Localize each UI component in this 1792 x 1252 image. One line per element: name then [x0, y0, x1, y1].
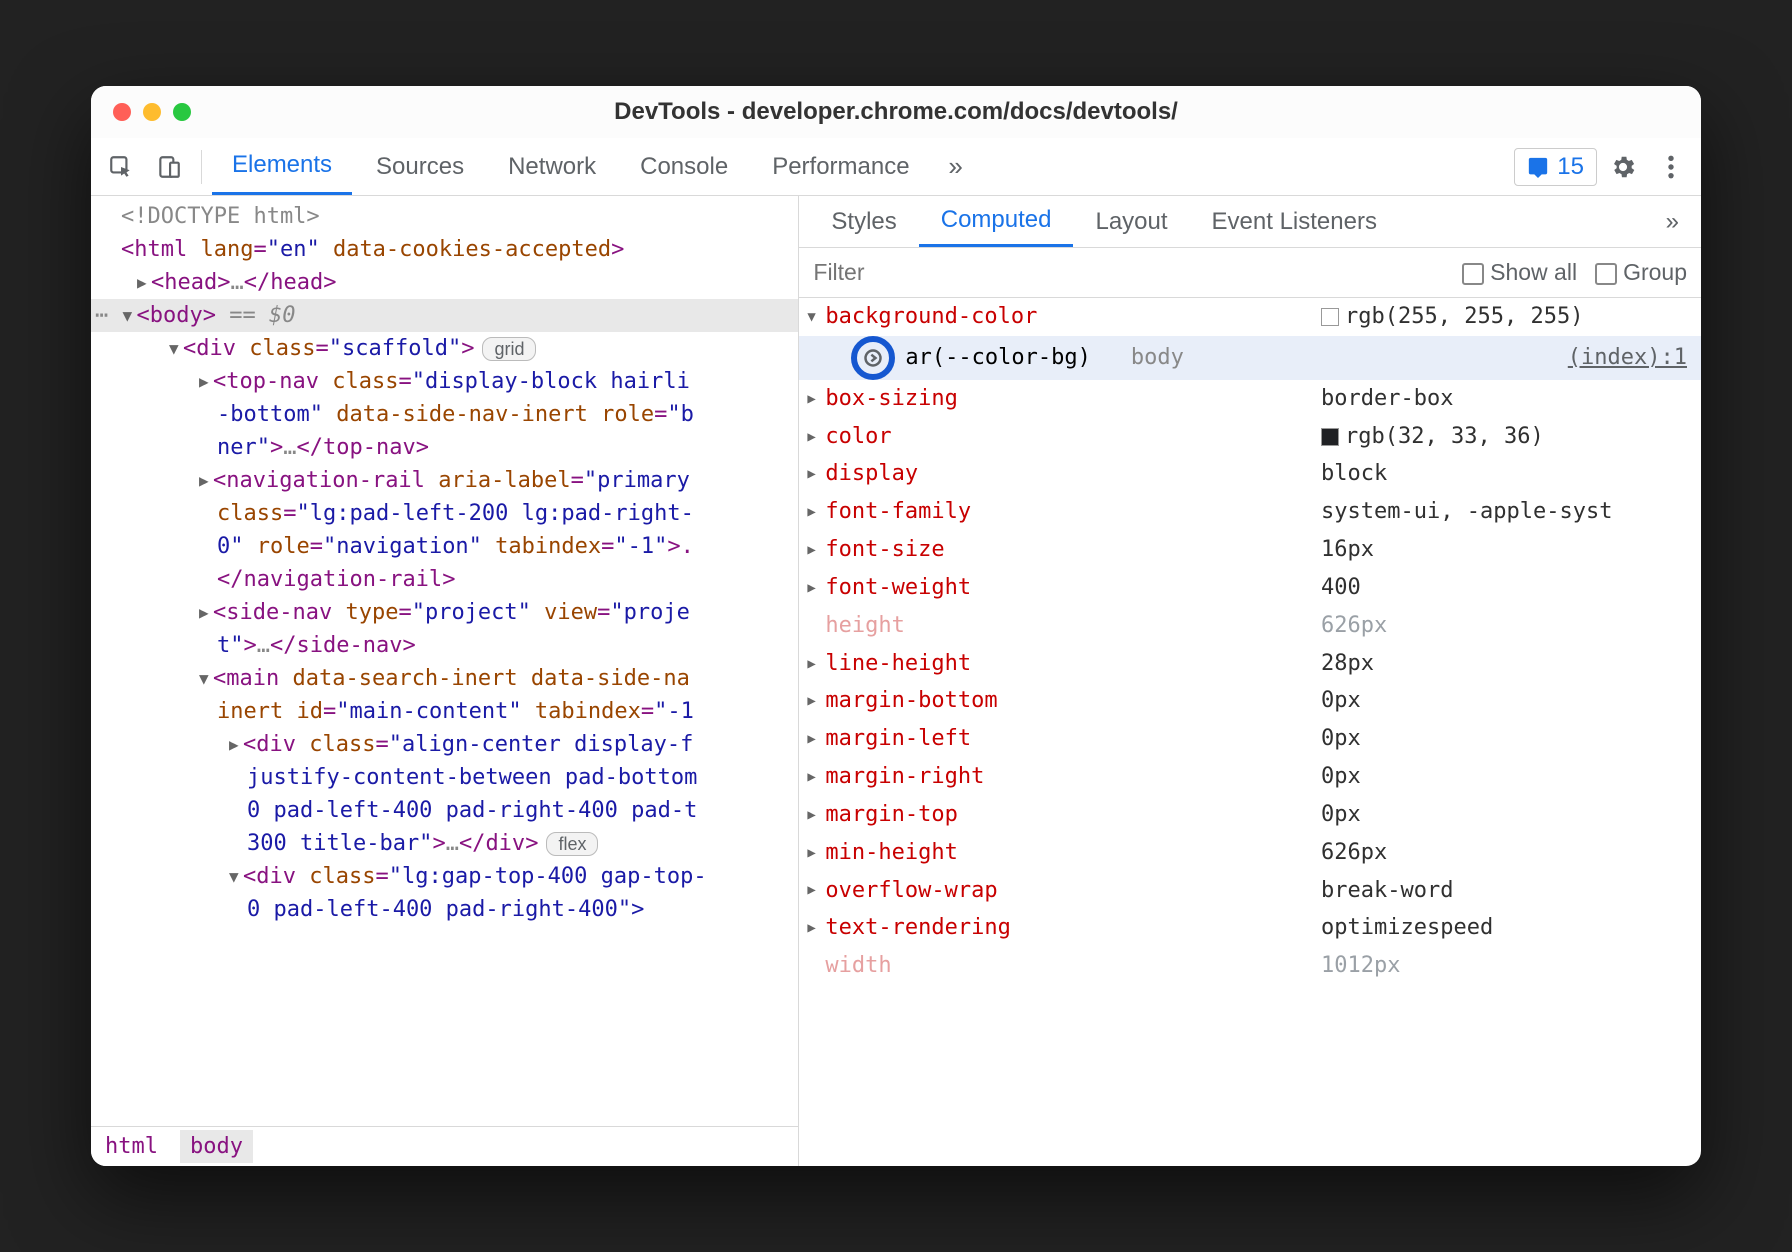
styles-pane: Styles Computed Layout Event Listeners »…: [799, 196, 1701, 1166]
tab-console[interactable]: Console: [620, 138, 748, 195]
filter-input[interactable]: [813, 259, 1444, 286]
breadcrumb-body[interactable]: body: [180, 1130, 253, 1163]
main-toolbar: Elements Sources Network Console Perform…: [91, 138, 1701, 196]
dom-html[interactable]: <html lang="en" data-cookies-accepted>: [91, 233, 798, 266]
dom-navrail[interactable]: ▶<navigation-rail aria-label="primary: [91, 464, 798, 497]
more-subtabs-icon[interactable]: »: [1654, 208, 1691, 236]
dom-div2-l3[interactable]: 0 pad-left-400 pad-right-400 pad-t: [91, 794, 798, 827]
prop-margin-top[interactable]: ▶margin-top0px: [799, 796, 1701, 834]
window-title: DevTools - developer.chrome.com/docs/dev…: [91, 98, 1701, 126]
prop-font-size[interactable]: ▶font-size16px: [799, 531, 1701, 569]
subtab-event-listeners[interactable]: Event Listeners: [1190, 196, 1399, 247]
prop-background-color[interactable]: ▼background-colorrgb(255, 255, 255): [799, 298, 1701, 336]
dom-body-selected[interactable]: ⋯ ▼<body> == $0: [91, 299, 798, 332]
subtab-layout[interactable]: Layout: [1073, 196, 1189, 247]
dom-navrail-l2[interactable]: class="lg:pad-left-200 lg:pad-right-: [91, 497, 798, 530]
issues-badge[interactable]: 15: [1514, 148, 1597, 186]
grid-badge[interactable]: grid: [482, 337, 536, 361]
dom-navrail-close[interactable]: </navigation-rail>: [91, 563, 798, 596]
dom-div3[interactable]: ▼<div class="lg:gap-top-400 gap-top-: [91, 860, 798, 893]
prop-margin-left[interactable]: ▶margin-left0px: [799, 720, 1701, 758]
prop-margin-bottom[interactable]: ▶margin-bottom0px: [799, 682, 1701, 720]
dom-sidenav-l2[interactable]: t">…</side-nav>: [91, 629, 798, 662]
subtab-computed[interactable]: Computed: [919, 196, 1074, 247]
inspect-element-icon[interactable]: [99, 145, 143, 189]
prop-color[interactable]: ▶colorrgb(32, 33, 36): [799, 418, 1701, 456]
tab-sources[interactable]: Sources: [356, 138, 484, 195]
dom-div2-l4[interactable]: 300 title-bar">…</div>flex: [91, 827, 798, 860]
tab-performance[interactable]: Performance: [752, 138, 929, 195]
devtools-window: DevTools - developer.chrome.com/docs/dev…: [91, 86, 1701, 1166]
dom-topnav[interactable]: ▶<top-nav class="display-block hairli: [91, 365, 798, 398]
subtab-styles[interactable]: Styles: [809, 196, 918, 247]
issues-count: 15: [1557, 153, 1584, 181]
prop-background-color-source[interactable]: ar(--color-bg) body (index):1: [799, 336, 1701, 380]
more-tabs-icon[interactable]: »: [934, 145, 978, 189]
device-toolbar-icon[interactable]: [147, 145, 191, 189]
elements-pane: <!DOCTYPE html> <html lang="en" data-coo…: [91, 196, 799, 1166]
prop-font-weight[interactable]: ▶font-weight400: [799, 569, 1701, 607]
dom-sidenav[interactable]: ▶<side-nav type="project" view="proje: [91, 596, 798, 629]
navigate-arrow-icon[interactable]: [851, 336, 895, 380]
prop-min-height[interactable]: ▶min-height626px: [799, 834, 1701, 872]
computed-list[interactable]: ▼background-colorrgb(255, 255, 255) ar(-…: [799, 298, 1701, 1166]
dom-main-l2[interactable]: inert id="main-content" tabindex="-1: [91, 695, 798, 728]
dom-tree[interactable]: <!DOCTYPE html> <html lang="en" data-coo…: [91, 196, 798, 1126]
dom-doctype[interactable]: <!DOCTYPE html>: [91, 200, 798, 233]
titlebar: DevTools - developer.chrome.com/docs/dev…: [91, 86, 1701, 138]
separator: [201, 150, 202, 184]
prop-height[interactable]: height626px: [799, 607, 1701, 645]
prop-overflow-wrap[interactable]: ▶overflow-wrapbreak-word: [799, 872, 1701, 910]
dom-div-scaffold[interactable]: ▼<div class="scaffold">grid: [91, 332, 798, 365]
prop-display[interactable]: ▶displayblock: [799, 455, 1701, 493]
prop-width[interactable]: width1012px: [799, 947, 1701, 985]
show-all-checkbox[interactable]: Show all: [1462, 259, 1577, 286]
group-checkbox[interactable]: Group: [1595, 259, 1687, 286]
dom-topnav-l2[interactable]: -bottom" data-side-nav-inert role="b: [91, 398, 798, 431]
filter-bar: Show all Group: [799, 248, 1701, 298]
color-swatch-icon[interactable]: [1321, 308, 1339, 326]
prop-font-family[interactable]: ▶font-familysystem-ui, -apple-syst: [799, 493, 1701, 531]
color-swatch-icon[interactable]: [1321, 428, 1339, 446]
flex-badge[interactable]: flex: [546, 832, 598, 856]
breadcrumb-html[interactable]: html: [105, 1134, 158, 1159]
prop-margin-right[interactable]: ▶margin-right0px: [799, 758, 1701, 796]
dom-main[interactable]: ▼<main data-search-inert data-side-na: [91, 662, 798, 695]
source-link[interactable]: (index):1: [1568, 339, 1693, 377]
tab-elements[interactable]: Elements: [212, 138, 352, 195]
dom-div2[interactable]: ▶<div class="align-center display-f: [91, 728, 798, 761]
dom-div3-l2[interactable]: 0 pad-left-400 pad-right-400">: [91, 893, 798, 926]
sidebar-tabs: Styles Computed Layout Event Listeners »: [799, 196, 1701, 248]
prop-text-rendering[interactable]: ▶text-renderingoptimizespeed: [799, 909, 1701, 947]
tab-network[interactable]: Network: [488, 138, 616, 195]
dom-head[interactable]: ▶<head>…</head>: [91, 266, 798, 299]
dom-navrail-l3[interactable]: 0" role="navigation" tabindex="-1">.: [91, 530, 798, 563]
issues-icon: [1527, 156, 1549, 178]
settings-icon[interactable]: [1601, 145, 1645, 189]
dom-div2-l2[interactable]: justify-content-between pad-bottom: [91, 761, 798, 794]
prop-box-sizing[interactable]: ▶box-sizingborder-box: [799, 380, 1701, 418]
kebab-menu-icon[interactable]: [1649, 145, 1693, 189]
breadcrumb: html body: [91, 1126, 798, 1166]
dom-topnav-l3[interactable]: ner">…</top-nav>: [91, 431, 798, 464]
prop-line-height[interactable]: ▶line-height28px: [799, 645, 1701, 683]
main-split: <!DOCTYPE html> <html lang="en" data-coo…: [91, 196, 1701, 1166]
